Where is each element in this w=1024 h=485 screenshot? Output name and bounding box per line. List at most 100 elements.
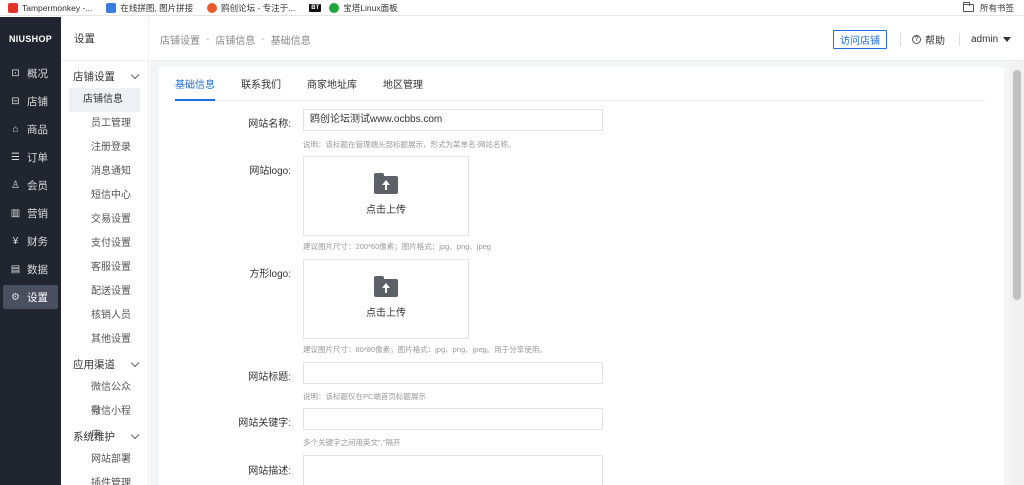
bookmark-tampermonkey[interactable]: Tampermonkey -... xyxy=(8,2,93,13)
bookmark-label: Tampermonkey -... xyxy=(22,2,93,13)
upload-icon xyxy=(374,173,398,194)
sub-item-notifications[interactable]: 消息通知 xyxy=(69,160,140,184)
nav-finance[interactable]: ¥ 财务 xyxy=(3,229,58,253)
sub-item-plugins[interactable]: 插件管理 xyxy=(69,472,140,485)
bookmark-ouchuang[interactable]: 鸥创论坛 - 专注于... xyxy=(207,2,295,14)
nav-goods[interactable]: ⌂ 商品 xyxy=(3,117,58,141)
sub-item-register-login[interactable]: 注册登录 xyxy=(69,136,140,160)
user-menu[interactable]: admin xyxy=(971,17,1012,61)
square-logo-hint: 建议图片尺寸：80*80像素；图片格式：jpg、png、jpeg。用于分享使用。 xyxy=(303,345,547,354)
nav-orders[interactable]: ☰ 订单 xyxy=(3,145,58,169)
nav-marketing[interactable]: ▥ 营销 xyxy=(3,201,58,225)
bookmark-bt[interactable]: BT 宝塔Linux面板 xyxy=(309,2,398,14)
sub-item-shop-info[interactable]: 店铺信息 xyxy=(69,88,140,112)
goods-icon: ⌂ xyxy=(12,123,19,135)
site-title-hint: 说明：该标题仅在PC端首页标题展示 xyxy=(303,392,426,401)
breadcrumb-item: 基础信息 xyxy=(270,35,311,47)
group-maintenance[interactable]: 系统维护 xyxy=(61,424,148,448)
sub-item-wechat-mini[interactable]: 微信小程序 xyxy=(69,400,140,441)
breadcrumb-item[interactable]: 店铺信息 xyxy=(215,32,255,47)
sub-item-sms[interactable]: 短信中心 xyxy=(69,184,140,208)
bookmark-pintu[interactable]: 在线拼图, 图片拼接 xyxy=(106,2,193,14)
visit-shop-button[interactable]: 访问店铺 xyxy=(833,30,887,49)
sub-item-wechat-official[interactable]: 微信公众号 xyxy=(69,376,140,417)
group-label: 应用渠道 xyxy=(73,358,115,371)
nav-label: 订单 xyxy=(27,151,48,164)
breadcrumb-item[interactable]: 店铺设置 xyxy=(160,32,200,47)
pintu-icon xyxy=(106,2,117,13)
breadcrumb-separator: - xyxy=(261,33,265,45)
group-shop-settings[interactable]: 店铺设置 xyxy=(61,64,148,88)
sub-item-trade[interactable]: 交易设置 xyxy=(69,208,140,232)
chevron-down-icon xyxy=(130,358,140,367)
nav-overview[interactable]: ⊡ 概况 xyxy=(3,61,58,85)
sub-item-deploy[interactable]: 网站部署 xyxy=(69,448,140,472)
shop-icon: ⊟ xyxy=(11,95,20,107)
site-logo-label: 网站logo: xyxy=(249,166,291,177)
gear-icon: ⚙ xyxy=(11,291,20,303)
nav-label: 营销 xyxy=(27,207,48,220)
all-bookmarks[interactable]: 所有书签 xyxy=(962,0,1014,16)
folder-icon xyxy=(962,2,974,12)
logo[interactable]: NIUSHOP xyxy=(0,17,61,61)
keywords-label: 网站关键字: xyxy=(238,418,291,429)
breadcrumb: 店铺设置 - 店铺信息 - 基础信息 xyxy=(160,17,311,61)
description-textarea[interactable] xyxy=(303,455,603,485)
tab-basic-info[interactable]: 基础信息 xyxy=(175,73,215,101)
nav-shop[interactable]: ⊟ 店铺 xyxy=(3,89,58,113)
sub-item-delivery[interactable]: 配送设置 xyxy=(69,280,140,304)
nav-label: 设置 xyxy=(27,291,48,304)
top-header: 店铺设置 - 店铺信息 - 基础信息 访问店铺 ? 帮助 admin xyxy=(150,17,1024,61)
main-sidebar: NIUSHOP ⊡ 概况 ⊟ 店铺 ⌂ 商品 ☰ 订单 ♙ 会员 ▥ 营销 ¥ 财务 ▤ 数据 … xyxy=(0,17,61,485)
marketing-icon: ▥ xyxy=(10,207,21,219)
settings-panel: 基础信息 联系我们 商家地址库 地区管理 网站名称: 鸥创论坛测试www.ocb… xyxy=(159,67,1004,485)
data-icon: ▤ xyxy=(10,263,21,275)
bookmarks-bar: Tampermonkey -... 在线拼图, 图片拼接 鸥创论坛 - 专注于.… xyxy=(0,0,1024,16)
help-label: 帮助 xyxy=(925,35,945,47)
upload-label: 点击上传 xyxy=(366,205,406,216)
chevron-down-icon xyxy=(130,70,140,79)
chevron-down-icon xyxy=(130,430,140,439)
divider xyxy=(900,33,901,46)
description-label: 网站描述: xyxy=(248,466,291,477)
group-channels[interactable]: 应用渠道 xyxy=(61,352,148,376)
site-name-input[interactable]: 鸥创论坛测试www.ocbbs.com xyxy=(303,109,603,131)
keywords-input[interactable] xyxy=(303,408,603,430)
sub-item-payment[interactable]: 支付设置 xyxy=(69,232,140,256)
question-icon: ? xyxy=(912,34,921,44)
square-logo-upload[interactable]: 点击上传 xyxy=(303,259,469,339)
upload-icon xyxy=(374,276,398,297)
sub-item-staff[interactable]: 员工管理 xyxy=(69,112,140,136)
bookmark-label: 在线拼图, 图片拼接 xyxy=(120,2,194,13)
breadcrumb-separator: - xyxy=(206,33,210,45)
scrollbar-thumb[interactable] xyxy=(1013,70,1021,300)
orders-icon: ☰ xyxy=(11,151,20,163)
nav-label: 会员 xyxy=(27,179,48,192)
nav-label: 概况 xyxy=(27,67,48,80)
username: admin xyxy=(971,33,999,45)
bt-icon: BT xyxy=(309,3,322,12)
help-button[interactable]: ? 帮助 xyxy=(912,17,945,61)
site-logo-upload[interactable]: 点击上传 xyxy=(303,156,469,236)
member-icon: ♙ xyxy=(11,179,20,191)
nav-label: 店铺 xyxy=(27,95,48,108)
group-label: 系统维护 xyxy=(73,430,115,443)
tab-region[interactable]: 地区管理 xyxy=(383,73,423,101)
nav-settings[interactable]: ⚙ 设置 xyxy=(3,285,58,309)
baota-icon xyxy=(329,2,340,13)
site-logo-hint: 建议图片尺寸：200*60像素；图片格式：jpg、png、jpeg xyxy=(303,242,491,251)
bookmark-label: 宝塔Linux面板 xyxy=(343,2,398,13)
nav-members[interactable]: ♙ 会员 xyxy=(3,173,58,197)
nav-data[interactable]: ▤ 数据 xyxy=(3,257,58,281)
sub-item-service[interactable]: 客服设置 xyxy=(69,256,140,280)
finance-icon: ¥ xyxy=(12,235,19,247)
tab-contact[interactable]: 联系我们 xyxy=(241,73,281,101)
site-title-label: 网站标题: xyxy=(248,372,291,383)
tab-address-book[interactable]: 商家地址库 xyxy=(307,73,357,101)
sub-item-verifier[interactable]: 核销人员 xyxy=(69,304,140,328)
tampermonkey-icon xyxy=(8,2,18,13)
site-title-input[interactable] xyxy=(303,362,603,384)
all-bookmarks-label: 所有书签 xyxy=(979,3,1014,13)
sub-item-other[interactable]: 其他设置 xyxy=(69,328,140,352)
sub-sidebar-title: 设置 xyxy=(61,17,148,61)
